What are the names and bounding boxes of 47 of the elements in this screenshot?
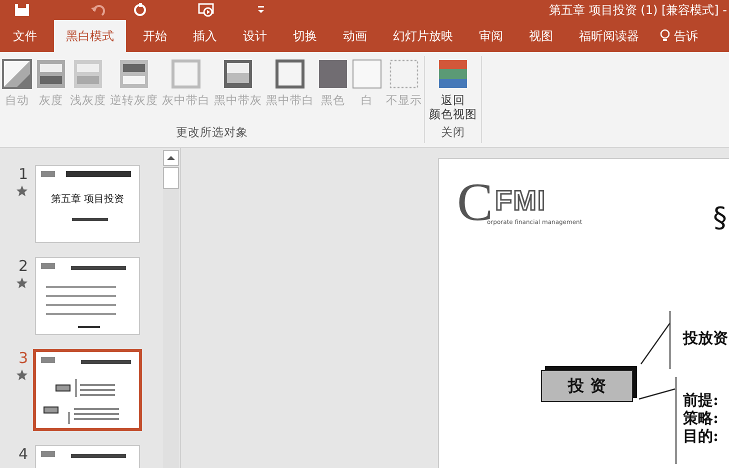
group-label: 更改所选对象 <box>175 125 249 141</box>
slide-heading: § <box>713 201 727 234</box>
ribbon-button[interactable]: 返回 颜色视图 <box>425 59 481 125</box>
scroll-bar[interactable] <box>163 150 179 468</box>
slide-thumbnail[interactable]: 第五章 项目投资 <box>35 165 140 243</box>
dashed-square-icon <box>389 59 419 89</box>
stripes-icon <box>438 59 468 89</box>
ribbon-tab[interactable]: 开始 <box>130 20 180 52</box>
scroll-up-icon[interactable] <box>163 150 179 166</box>
two-bar-icon <box>36 59 66 89</box>
filled-square-icon <box>318 59 348 89</box>
slide-number: 1 <box>18 165 28 183</box>
split-square-icon <box>223 59 253 89</box>
slide-thumbnail[interactable] <box>33 349 142 431</box>
presentation-icon[interactable] <box>198 3 216 17</box>
logo-text: FMI <box>495 185 546 217</box>
inverted-two-bar-icon <box>119 59 149 89</box>
bold-frame-icon <box>275 59 305 89</box>
slide-text: 策略: <box>683 409 719 428</box>
repeat-icon[interactable] <box>132 3 148 17</box>
ribbon-tab[interactable]: 切换 <box>280 20 330 52</box>
slide-text: 前提: <box>683 391 719 410</box>
lightbulb-icon <box>660 29 670 43</box>
ribbon-tab[interactable]: 黑白模式 <box>54 20 126 52</box>
save-icon[interactable] <box>14 3 30 17</box>
ribbon-tab[interactable]: 福昕阅读器 <box>566 20 652 52</box>
slide-title: 第五章 项目投资 <box>51 192 124 206</box>
slide-text: 投放资 <box>683 329 728 348</box>
window-title: 第五章 项目投资 (1) [兼容模式] - <box>549 2 728 18</box>
ribbon-tab[interactable]: 设计 <box>230 20 280 52</box>
scroll-thumb[interactable] <box>163 167 179 189</box>
slide-thumbnail[interactable] <box>35 257 140 335</box>
slide-number: 4 <box>18 445 28 463</box>
ribbon-tab[interactable]: 幻灯片放映 <box>380 20 466 52</box>
slide-text: 目的: <box>683 427 719 446</box>
slide-number: 3 <box>18 349 28 367</box>
faded-two-bar-icon <box>73 59 103 89</box>
slide-number: 2 <box>18 257 28 275</box>
ribbon-tab[interactable]: 文件 <box>0 20 50 52</box>
ribbon-tab[interactable]: 插入 <box>180 20 230 52</box>
frame-icon <box>171 59 201 89</box>
ribbon-tab[interactable]: 审阅 <box>466 20 516 52</box>
ribbon-tab[interactable]: 动画 <box>330 20 380 52</box>
ribbon-tab[interactable]: 视图 <box>516 20 566 52</box>
ribbon-tab[interactable]: 告诉 <box>652 20 702 52</box>
blank-square-icon <box>352 59 382 89</box>
group-label: 关闭 <box>440 125 466 141</box>
